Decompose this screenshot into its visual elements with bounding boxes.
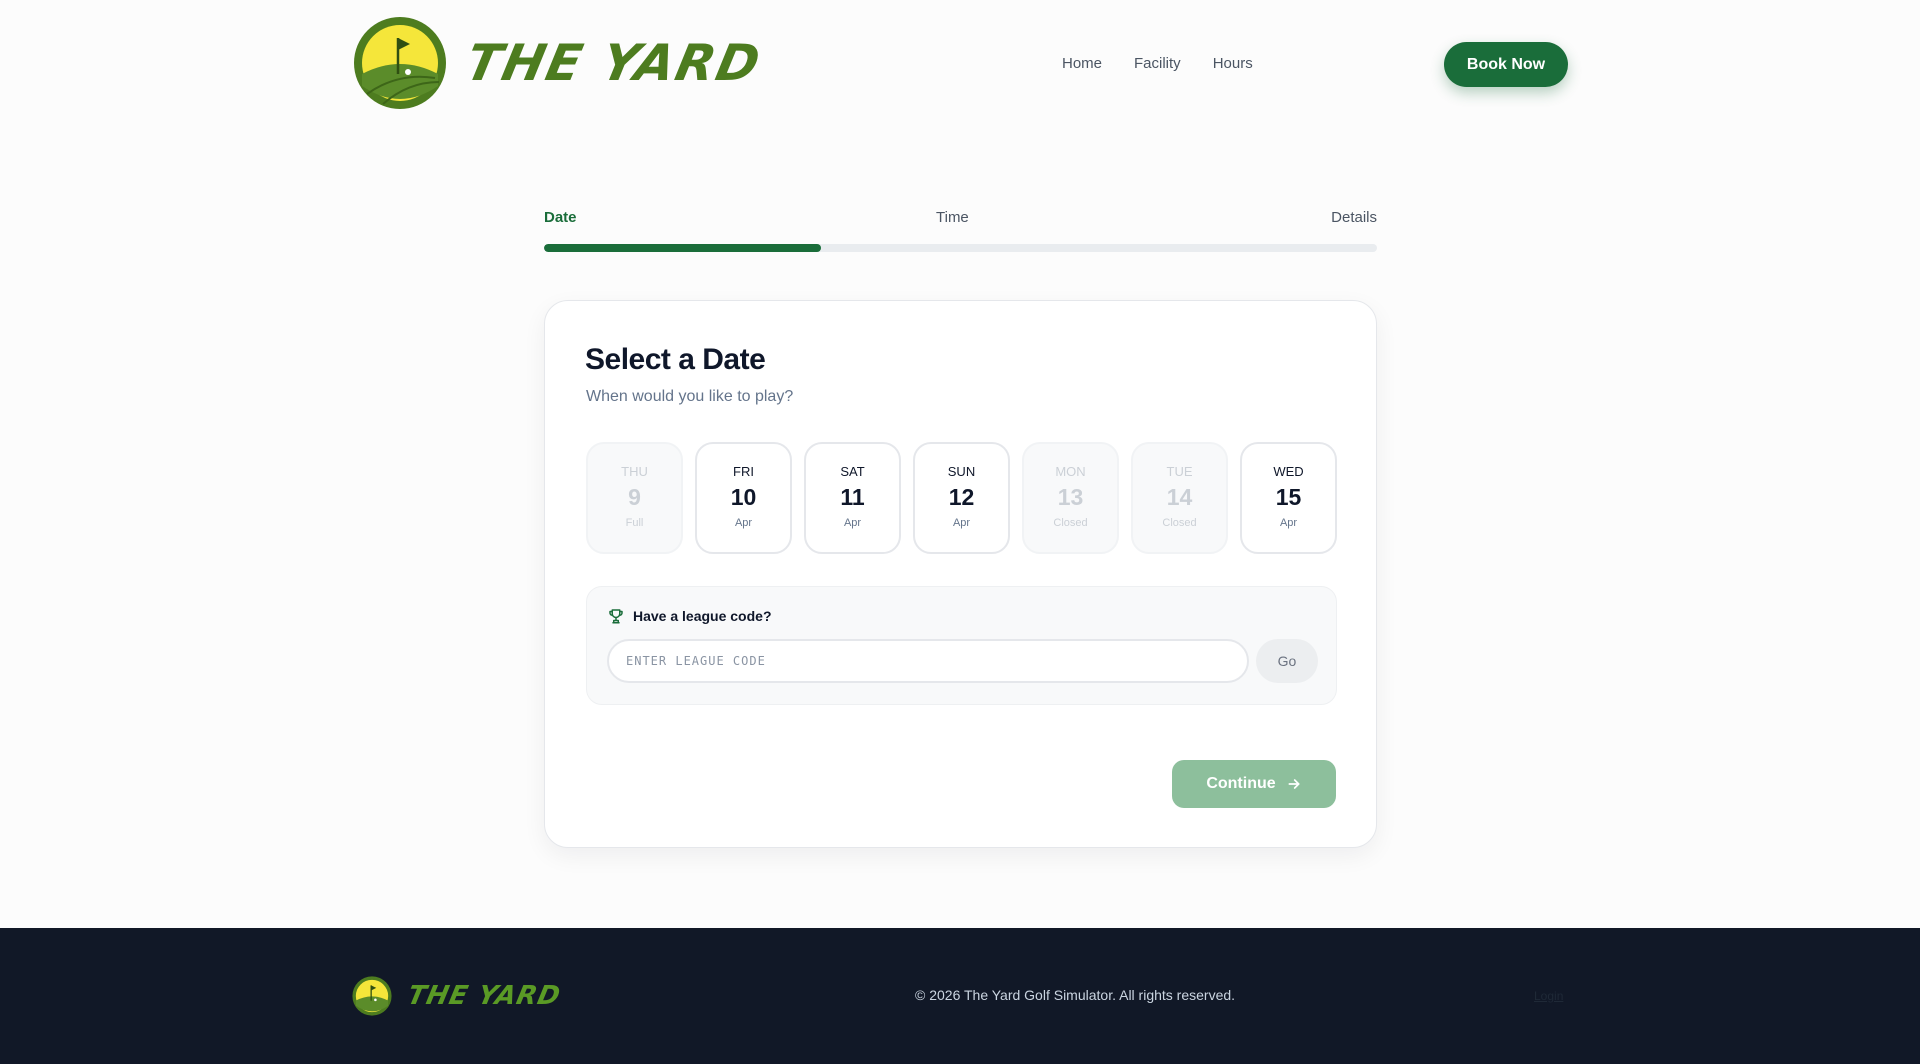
footer-brand-logo[interactable]: THE YARD — [352, 976, 564, 1016]
book-now-button[interactable]: Book Now — [1444, 42, 1568, 87]
date-option[interactable]: SAT 11 Apr — [804, 442, 901, 554]
date-option[interactable]: FRI 10 Apr — [695, 442, 792, 554]
day-month: Apr — [952, 517, 971, 529]
league-code-panel: Have a league code? Go — [586, 586, 1337, 705]
arrow-right-icon — [1288, 779, 1300, 789]
site-footer: THE YARD © 2026 The Yard Golf Simulator.… — [0, 928, 1920, 1064]
brand-logo[interactable]: THE YARD — [353, 16, 767, 110]
day-month: Apr — [1279, 517, 1298, 529]
date-selection-card: Select a Date When would you like to pla… — [544, 300, 1377, 848]
step-details-label: Details — [1331, 209, 1377, 226]
progress-bar-fill — [544, 244, 822, 252]
login-link[interactable]: Login — [1534, 989, 1563, 1003]
date-option[interactable]: WED 15 Apr — [1240, 442, 1337, 554]
day-number: 11 — [840, 484, 865, 510]
golf-flag-logo-icon — [352, 976, 392, 1016]
day-month: Apr — [843, 517, 862, 529]
brand-wordmark: THE YARD — [460, 34, 767, 92]
progress-bar — [544, 244, 1377, 252]
card-title: Select a Date — [585, 343, 766, 376]
day-month: Apr — [734, 517, 753, 529]
continue-button-label: Continue — [1206, 775, 1276, 792]
continue-button[interactable]: Continue — [1172, 760, 1336, 808]
step-time-label: Time — [936, 209, 969, 226]
day-status: Closed — [1162, 517, 1197, 529]
nav-hours-link[interactable]: Hours — [1213, 55, 1253, 72]
date-option: THU 9 Full — [586, 442, 683, 554]
step-date-label: Date — [544, 209, 577, 226]
footer-brand-wordmark: THE YARD — [404, 981, 564, 1011]
day-of-week: MON — [1055, 464, 1086, 479]
site-header: THE YARD Home Facility Hours Book Now — [0, 0, 1920, 128]
league-code-header: Have a league code? — [607, 607, 772, 625]
date-option: TUE 14 Closed — [1131, 442, 1228, 554]
nav-facility-link[interactable]: Facility — [1134, 55, 1181, 72]
date-option: MON 13 Closed — [1022, 442, 1119, 554]
league-code-input[interactable] — [607, 639, 1249, 683]
date-picker: THU 9 Full FRI 10 Apr SAT 11 Apr SUN 12 … — [586, 442, 1337, 554]
day-status: Full — [625, 517, 644, 529]
date-option[interactable]: SUN 12 Apr — [913, 442, 1010, 554]
day-status: Closed — [1053, 517, 1088, 529]
golf-flag-logo-icon — [354, 17, 446, 109]
trophy-icon — [609, 609, 623, 624]
day-of-week: SAT — [840, 464, 865, 479]
day-of-week: TUE — [1166, 464, 1193, 479]
nav-home-link[interactable]: Home — [1062, 55, 1102, 72]
league-code-heading: Have a league code? — [633, 608, 772, 624]
day-of-week: WED — [1273, 464, 1304, 479]
day-number: 13 — [1057, 484, 1084, 510]
league-code-go-button[interactable]: Go — [1256, 639, 1318, 683]
day-of-week: FRI — [733, 464, 754, 479]
day-number: 15 — [1275, 484, 1302, 510]
day-number: 9 — [628, 484, 641, 510]
copyright-text: © 2026 The Yard Golf Simulator. All righ… — [915, 987, 1236, 1003]
day-of-week: SUN — [947, 464, 976, 479]
day-of-week: THU — [621, 464, 648, 479]
card-subtitle: When would you like to play? — [586, 388, 794, 405]
booking-steps: Date Time Details — [544, 209, 1377, 253]
day-number: 10 — [730, 484, 757, 510]
day-number: 12 — [948, 484, 975, 510]
main-nav: Home Facility Hours — [1062, 55, 1253, 72]
day-number: 14 — [1166, 484, 1193, 510]
